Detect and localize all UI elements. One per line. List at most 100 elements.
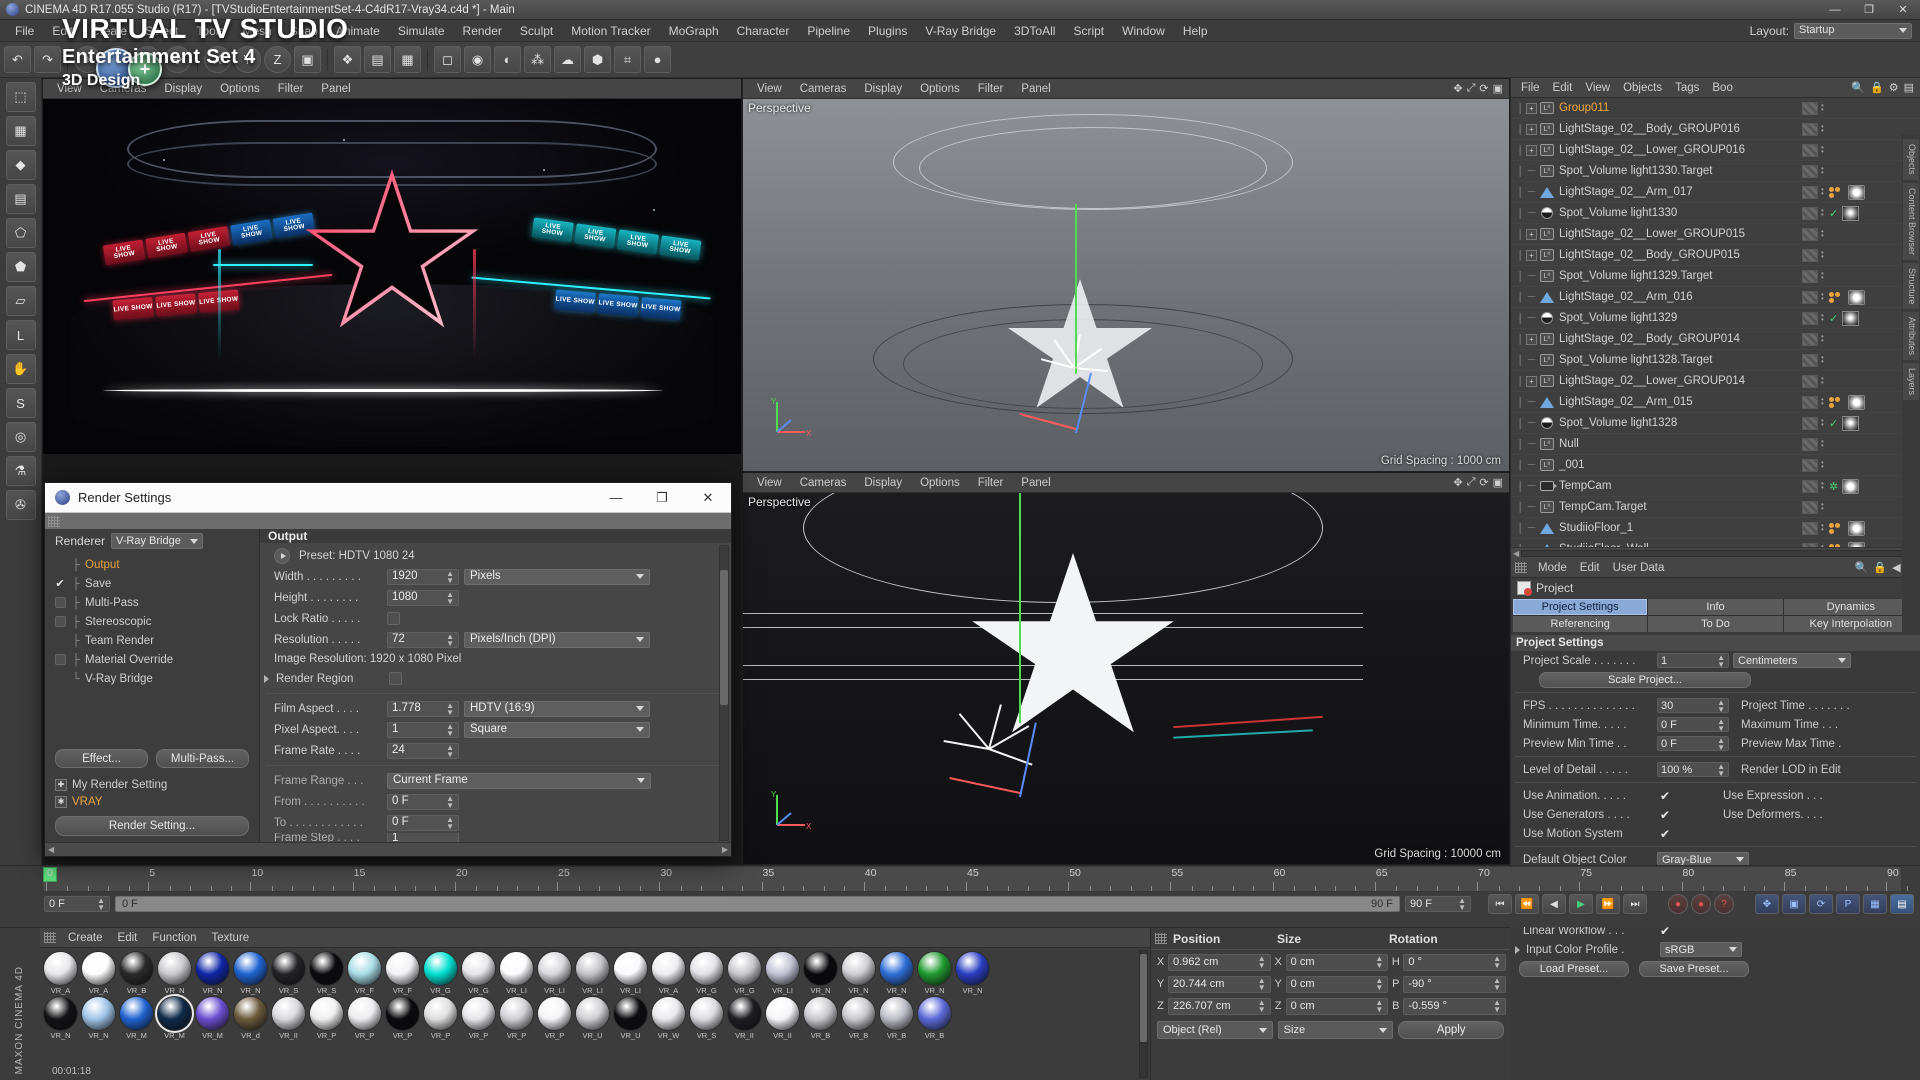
material-swatch[interactable]: VR_G <box>422 951 459 995</box>
menu-item-sculpt[interactable]: Sculpt <box>511 20 562 42</box>
material-preview-sphere[interactable] <box>499 996 534 1031</box>
material-menu-texture[interactable]: Texture <box>204 928 256 948</box>
array-button[interactable]: ⁂ <box>524 46 551 73</box>
menu-item-render[interactable]: Render <box>454 20 511 42</box>
visibility-swatch[interactable] <box>1802 438 1818 451</box>
menu-item-create[interactable]: Create <box>82 20 136 42</box>
material-swatch[interactable]: VR_S <box>308 951 345 995</box>
zoom-icon[interactable]: ⤢ <box>1467 476 1476 489</box>
visibility-dots-icon[interactable]: •• <box>1821 482 1826 490</box>
close-button[interactable]: ✕ <box>1886 0 1920 20</box>
dialog-minimize-button[interactable]: — <box>593 483 639 513</box>
visibility-dots-icon[interactable]: •• <box>1821 377 1826 385</box>
lock-ratio-checkbox[interactable] <box>387 612 400 625</box>
material-swatch[interactable]: VR_F <box>346 951 383 995</box>
apply-button[interactable]: Apply <box>1398 1021 1504 1039</box>
render-settings-tree-row[interactable]: ├Material Override <box>45 650 259 669</box>
polygons-mode-button[interactable]: ⬟ <box>6 252 36 282</box>
spinner-icon[interactable]: ▲▼ <box>1493 977 1501 991</box>
material-swatch[interactable]: VR_LI <box>612 951 649 995</box>
object-tag-area[interactable]: •• <box>1802 102 1920 115</box>
visibility-swatch[interactable] <box>1802 186 1818 199</box>
lock-axis-button[interactable]: L <box>6 320 36 350</box>
autokey-button[interactable]: ● <box>1691 894 1711 914</box>
use-animation-checkbox[interactable]: ✔ <box>1657 789 1673 803</box>
spinner-icon[interactable]: ▲▼ <box>1375 999 1383 1013</box>
material-swatch[interactable]: VR_S <box>270 951 307 995</box>
menu-item-vray-bridge[interactable]: V-Ray Bridge <box>916 20 1005 42</box>
rotation-h-input[interactable]: 0 ° ▲▼ <box>1403 954 1506 971</box>
material-swatch[interactable]: VR_B <box>840 996 877 1040</box>
rotation-b-input[interactable]: -0.559 ° ▲▼ <box>1403 998 1506 1015</box>
world-coordinate-button[interactable]: ▣ <box>294 46 321 73</box>
object-tree-row[interactable]: │─L⁰Spot_Volume light1328.Target•• <box>1511 350 1920 371</box>
material-tag-icon[interactable] <box>1848 542 1865 548</box>
menu-item-file[interactable]: File <box>6 20 43 42</box>
object-tree-row[interactable]: │+L⁰LightStage_02__Lower_GROUP015•• <box>1511 224 1920 245</box>
go-to-start-button[interactable]: ⏮ <box>1488 894 1512 914</box>
om-menu-file[interactable]: File <box>1515 78 1546 98</box>
material-preview-sphere[interactable] <box>271 996 306 1031</box>
resolution-input[interactable]: 72 ▲▼ <box>387 632 459 648</box>
visibility-swatch[interactable] <box>1802 375 1818 388</box>
tab-dynamics[interactable]: Dynamics <box>1784 599 1918 615</box>
material-preview-sphere[interactable] <box>461 951 496 986</box>
minimize-button[interactable]: — <box>1818 0 1852 20</box>
frame-range-dropdown[interactable]: Current Frame <box>387 773 651 789</box>
maximize-viewport-icon[interactable]: ▣ <box>1493 82 1503 95</box>
material-swatch[interactable]: VR_P <box>346 996 383 1040</box>
visibility-swatch[interactable] <box>1802 354 1818 367</box>
pla-key-button[interactable]: ▦ <box>1863 894 1887 914</box>
material-swatch[interactable]: VR_LI <box>536 951 573 995</box>
material-swatch[interactable]: VR_U <box>612 996 649 1040</box>
vtab-attributes[interactable]: Attributes <box>1902 311 1920 361</box>
material-tag-dots-icon[interactable] <box>1829 185 1845 199</box>
viewport-menu-panel[interactable]: Panel <box>1013 79 1058 99</box>
search-icon[interactable]: 🔍 <box>1851 81 1865 94</box>
material-preview-sphere[interactable] <box>689 996 724 1031</box>
output-vscrollbar[interactable] <box>719 545 729 841</box>
material-menu-function[interactable]: Function <box>145 928 203 948</box>
material-preview-sphere[interactable] <box>461 996 496 1031</box>
object-tree-row[interactable]: │─LightStage_02__Arm_017•• <box>1511 182 1920 203</box>
viewport-menu-view[interactable]: View <box>49 79 90 99</box>
current-frame-field[interactable]: 0 F ▲▼ <box>44 896 110 912</box>
visibility-dots-icon[interactable]: •• <box>1821 167 1826 175</box>
expand-toggle-icon[interactable]: + <box>1526 103 1537 114</box>
material-swatch[interactable]: VR_II <box>726 996 763 1040</box>
material-preview-sphere[interactable] <box>423 951 458 986</box>
project-scale-unit-dropdown[interactable]: Centimeters <box>1733 653 1851 668</box>
object-tree-row[interactable]: │─Spot_Volume light1329••✓ <box>1511 308 1920 329</box>
tab-referencing[interactable]: Referencing <box>1513 616 1647 632</box>
material-preview-sphere[interactable] <box>385 951 420 986</box>
hand-tool-button[interactable]: ✋ <box>6 354 36 384</box>
visibility-swatch[interactable] <box>1802 207 1818 220</box>
expand-toggle-icon[interactable]: + <box>1526 250 1537 261</box>
visibility-dots-icon[interactable]: •• <box>1821 104 1826 112</box>
material-swatch[interactable]: VR_N <box>916 951 953 995</box>
menu-item-script[interactable]: Script <box>1064 20 1113 42</box>
material-swatch[interactable]: VR_U <box>574 996 611 1040</box>
search-icon[interactable]: 🔍 <box>1855 561 1869 574</box>
visibility-dots-icon[interactable]: •• <box>1821 356 1826 364</box>
material-preview-sphere[interactable] <box>537 996 572 1031</box>
layers-icon[interactable]: ▤ <box>1904 81 1914 94</box>
preset-expand-button[interactable] <box>274 548 290 564</box>
material-menu-edit[interactable]: Edit <box>111 928 145 948</box>
visibility-swatch[interactable] <box>1802 312 1818 325</box>
material-swatch[interactable]: VR_P <box>422 996 459 1040</box>
position-x-input[interactable]: 0.962 cm ▲▼ <box>1168 954 1271 971</box>
object-tree-row[interactable]: │+L⁰LightStage_02__Lower_GROUP014•• <box>1511 371 1920 392</box>
material-swatch[interactable]: VR_II <box>270 996 307 1040</box>
material-preview-sphere[interactable] <box>765 951 800 986</box>
material-preview-sphere[interactable] <box>81 996 116 1031</box>
visibility-dots-icon[interactable]: •• <box>1821 146 1826 154</box>
object-tree-row[interactable]: │+L⁰LightStage_02__Lower_GROUP016•• <box>1511 140 1920 161</box>
back-icon[interactable]: ◀ <box>1892 561 1900 574</box>
pixel-aspect-preset-dropdown[interactable]: Square <box>464 722 650 738</box>
object-tree-row[interactable]: │─LightStage_02__Arm_016•• <box>1511 287 1920 308</box>
frame-step-input[interactable]: 1 <box>387 833 459 842</box>
lock-icon[interactable]: 🔒 <box>1873 561 1887 574</box>
material-preview-sphere[interactable] <box>879 951 914 986</box>
visibility-swatch[interactable] <box>1802 144 1818 157</box>
